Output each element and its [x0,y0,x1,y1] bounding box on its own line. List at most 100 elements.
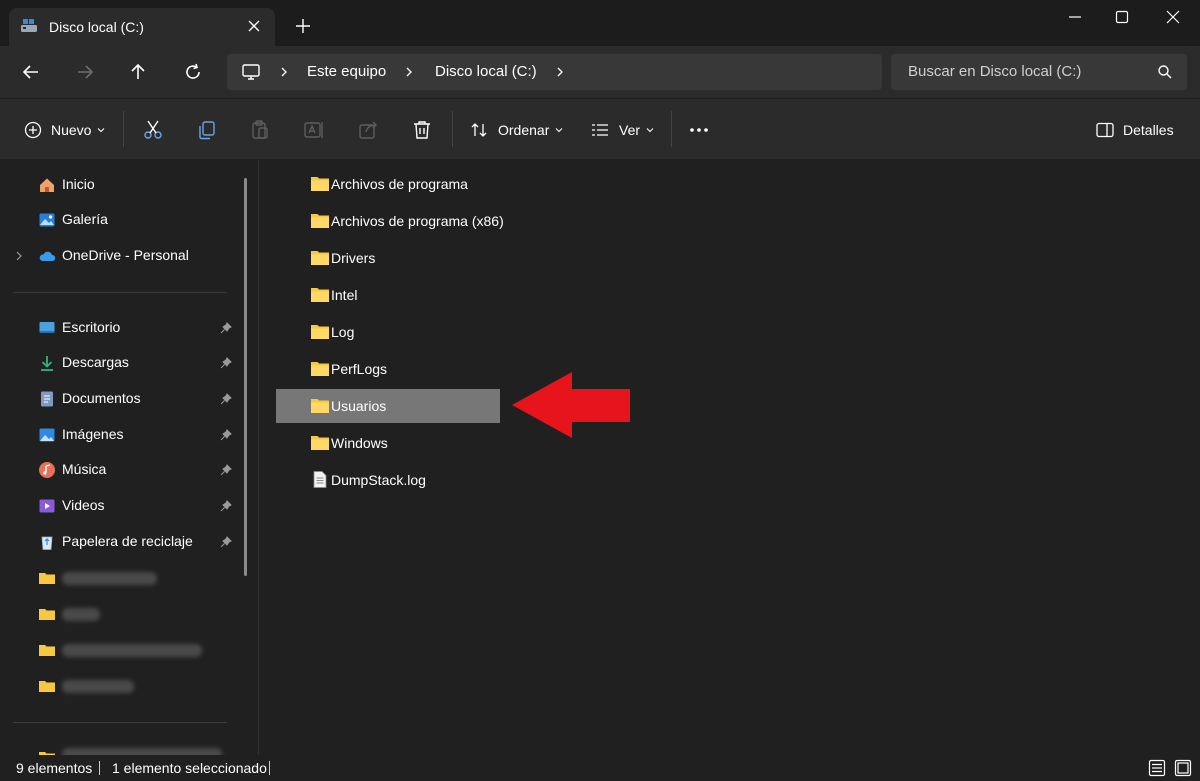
rename-icon[interactable] [302,118,326,142]
view-button[interactable]: Ver [590,118,654,142]
share-icon[interactable] [356,118,380,142]
details-pane-button[interactable]: Detalles [1096,118,1174,142]
folder-icon [39,645,55,656]
new-button[interactable]: Nuevo [24,118,105,142]
redacted-label [62,608,100,621]
sidebar-item-imagenes[interactable]: Imágenes [0,420,240,450]
sort-icon [471,123,487,137]
music-icon [39,462,55,478]
folder-icon [311,251,329,265]
list-item[interactable]: DumpStack.log [276,463,500,497]
recycle-bin-icon [41,536,53,550]
sidebar-item-onedrive[interactable]: OneDrive - Personal [0,241,240,271]
chevron-right-icon[interactable] [554,65,566,79]
sidebar-item-escritorio[interactable]: Escritorio [0,313,240,343]
details-view-icon[interactable] [1148,759,1166,777]
forward-icon[interactable] [73,60,97,84]
file-name: Log [331,324,355,340]
navigation-pane: Inicio Galería OneDrive - Personal Escri… [0,160,258,755]
chevron-down-icon [98,128,105,133]
details-pane-icon [1096,122,1114,138]
pin-icon[interactable] [220,464,232,476]
sidebar-item-redacted-folder[interactable] [0,671,240,701]
delete-icon[interactable] [410,118,434,142]
file-name: Intel [331,287,358,303]
paste-icon[interactable] [248,118,272,142]
sidebar-item-redacted-folder[interactable] [0,563,240,593]
pane-divider[interactable] [258,160,259,755]
pin-icon[interactable] [220,536,232,548]
sidebar-item-label: Papelera de reciclaje [62,533,193,549]
up-icon[interactable] [126,60,150,84]
list-item[interactable]: Log [276,315,500,349]
list-item[interactable]: Windows [276,426,500,460]
view-list-icon [592,124,608,136]
gallery-icon [39,213,55,227]
search-icon [1158,65,1172,79]
sidebar-item-papelera[interactable]: Papelera de reciclaje [0,527,240,557]
copy-icon[interactable] [195,118,219,142]
sidebar-item-partial[interactable] [0,742,240,755]
sidebar-item-redacted-folder[interactable] [0,635,240,665]
large-icons-view-icon[interactable] [1174,759,1192,777]
maximize-icon[interactable] [1112,8,1132,26]
list-item[interactable]: Intel [276,278,500,312]
pin-icon[interactable] [220,393,232,405]
file-name: Archivos de programa [331,176,468,192]
chevron-right-icon[interactable] [403,65,415,79]
chevron-right-icon[interactable] [278,65,290,79]
search-input[interactable]: Buscar en Disco local (C:) [891,54,1187,90]
sidebar-item-descargas[interactable]: Descargas [0,348,240,378]
image-icon [39,428,55,442]
details-label: Detalles [1123,122,1174,138]
status-divider [99,761,100,775]
list-item-selected[interactable]: Usuarios [276,389,500,423]
close-tab-icon[interactable] [245,17,263,35]
toolbar-divider [452,111,453,147]
sidebar-item-label: Música [62,461,107,477]
list-item[interactable]: Archivos de programa [276,167,500,201]
sidebar-item-redacted-folder[interactable] [0,599,240,629]
tab-disco-local[interactable]: Disco local (C:) [9,8,275,46]
pin-icon[interactable] [220,429,232,441]
pin-icon[interactable] [220,322,232,334]
address-bar[interactable]: Este equipo Disco local (C:) [227,54,882,90]
new-tab-icon[interactable] [294,17,312,35]
chevron-down-icon [555,128,563,133]
pin-icon[interactable] [220,357,232,369]
list-item[interactable]: Drivers [276,241,500,275]
sidebar-item-documentos[interactable]: Documentos [0,384,240,414]
folder-icon [311,177,329,191]
list-item[interactable]: Archivos de programa (x86) [276,204,504,238]
breadcrumb-este-equipo[interactable]: Este equipo [307,63,386,80]
cut-icon[interactable] [141,118,165,142]
back-icon[interactable] [19,60,43,84]
file-name: Archivos de programa (x86) [331,213,504,229]
breadcrumb-disco-local[interactable]: Disco local (C:) [435,63,537,80]
list-item[interactable]: PerfLogs [276,352,500,386]
item-count: 9 elementos [16,760,93,776]
sidebar-item-videos[interactable]: Videos [0,491,240,521]
close-window-icon[interactable] [1163,8,1183,26]
file-name: DumpStack.log [331,472,426,488]
minimize-icon[interactable] [1065,8,1085,26]
sidebar-item-inicio[interactable]: Inicio [0,170,240,200]
annotation-arrow-icon [512,372,630,438]
sidebar-item-label: Inicio [62,176,95,192]
sidebar-item-musica[interactable]: Música [0,455,240,485]
download-icon [41,356,53,371]
video-icon [39,499,55,513]
pin-icon[interactable] [220,500,232,512]
chevron-right-icon[interactable] [14,250,24,262]
sidebar-item-label: Imágenes [62,426,124,442]
sidebar-item-label: OneDrive - Personal [62,247,189,263]
sidebar-item-label: Galería [62,211,108,227]
desktop-icon [39,322,55,333]
folder-icon [311,362,329,376]
sort-button[interactable]: Ordenar [469,118,563,142]
sidebar-scrollbar[interactable] [244,178,247,576]
folder-icon [311,436,329,450]
more-options-icon[interactable] [688,118,712,142]
sidebar-item-galeria[interactable]: Galería [0,205,240,235]
refresh-icon[interactable] [181,60,205,84]
